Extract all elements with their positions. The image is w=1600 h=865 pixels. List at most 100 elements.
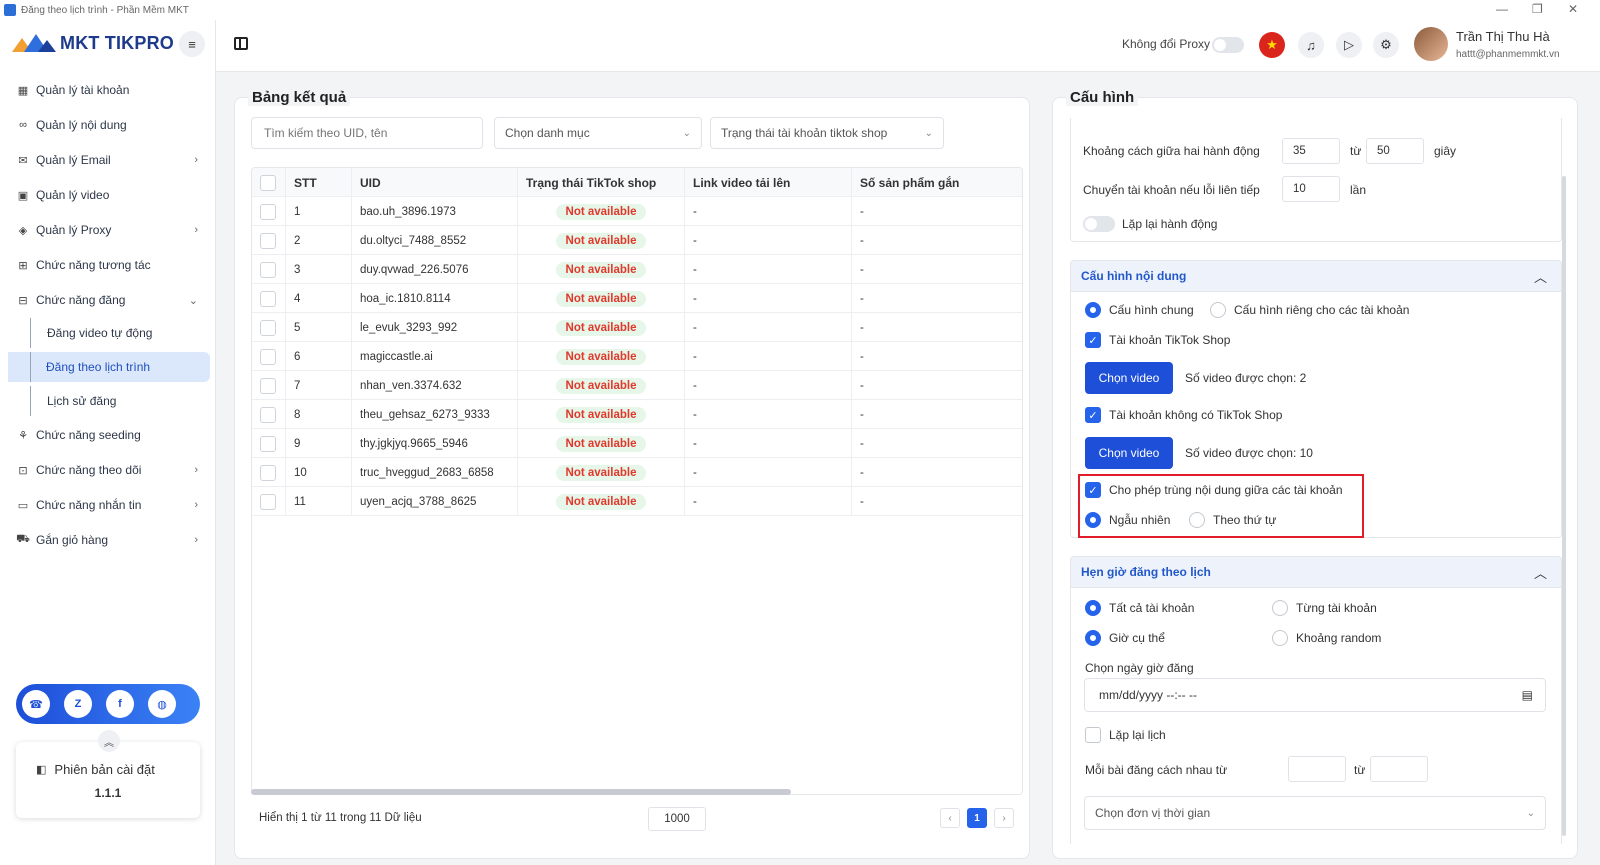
sidebar-item-accounts[interactable]: ▦ Quản lý tài khoản — [8, 75, 210, 105]
radio-common-config[interactable] — [1085, 302, 1101, 318]
select-all-checkbox[interactable] — [260, 174, 276, 191]
page-size-input[interactable]: 1000 — [648, 807, 706, 831]
datetime-input[interactable]: mm/dd/yyyy --:-- -- ▤ — [1084, 678, 1546, 712]
radio-private-config[interactable] — [1210, 302, 1226, 318]
choose-video-no-shop-button[interactable]: Chọn video — [1085, 437, 1173, 469]
row-checkbox[interactable] — [260, 319, 276, 336]
layout-toggle-icon[interactable] — [234, 37, 248, 50]
radio-random-range[interactable] — [1272, 630, 1288, 646]
table-row[interactable]: 3 duy.qvwad_226.5076 Not available - - — [252, 255, 1022, 284]
row-checkbox[interactable] — [260, 377, 276, 394]
row-checkbox[interactable] — [260, 464, 276, 481]
row-checkbox[interactable] — [260, 435, 276, 452]
row-checkbox[interactable] — [260, 261, 276, 278]
cell-video-link: - — [685, 458, 852, 487]
gear-icon[interactable]: ⚙ — [1373, 32, 1399, 58]
next-page-button[interactable]: › — [994, 808, 1014, 828]
avatar[interactable] — [1414, 27, 1448, 61]
close-icon[interactable]: ✕ — [1568, 2, 1578, 16]
repeat-schedule-checkbox[interactable] — [1085, 727, 1101, 743]
sidebar-item-email[interactable]: ✉ Quản lý Email › — [8, 145, 210, 175]
row-checkbox[interactable] — [260, 406, 276, 423]
radio-all-accounts[interactable] — [1085, 600, 1101, 616]
page-button-current[interactable]: 1 — [967, 808, 987, 828]
search-input[interactable] — [251, 117, 483, 149]
zalo-icon[interactable]: Z — [64, 690, 92, 718]
column-header-video-link[interactable]: Link video tải lên — [685, 168, 852, 197]
cell-video-link-text: - — [693, 466, 697, 479]
language-flag-icon[interactable]: ★ — [1259, 32, 1285, 58]
sidebar-item-messaging[interactable]: ▭ Chức năng nhắn tin › — [8, 490, 210, 520]
row-checkbox[interactable] — [260, 290, 276, 307]
schedule-config-header[interactable]: Hẹn giờ đăng theo lịch ︿ — [1070, 556, 1562, 588]
sidebar-subitem-auto-post[interactable]: Đăng video tự động — [30, 318, 210, 348]
no-shop-checkbox[interactable]: ✓ — [1085, 407, 1101, 423]
globe-icon[interactable]: ◍ — [148, 690, 176, 718]
row-checkbox[interactable] — [260, 203, 276, 220]
play-icon[interactable]: ▷ — [1336, 32, 1362, 58]
cell-product-count-text: - — [860, 408, 864, 421]
menu-toggle-button[interactable]: ≡ — [179, 31, 205, 57]
sidebar-item-content[interactable]: ∞ Quản lý nội dung — [8, 110, 210, 140]
sidebar-item-follow[interactable]: ⊡ Chức năng theo dõi › — [8, 455, 210, 485]
table-row[interactable]: 6 magiccastle.ai Not available - - — [252, 342, 1022, 371]
status-badge: Not available — [555, 464, 647, 481]
action-gap-to-input[interactable]: 50 — [1366, 138, 1424, 164]
row-checkbox[interactable] — [260, 232, 276, 249]
restore-icon[interactable]: ❐ — [1532, 2, 1543, 16]
table-row[interactable]: 9 thy.jgkjyq.9665_5946 Not available - - — [252, 429, 1022, 458]
column-header-product-count[interactable]: Số sản phẩm gắn — [852, 168, 1022, 197]
switch-account-input[interactable]: 10 — [1282, 176, 1340, 202]
table-row[interactable]: 7 nhan_ven.3374.632 Not available - - — [252, 371, 1022, 400]
sidebar-item-video[interactable]: ▣ Quản lý video — [8, 180, 210, 210]
column-header-uid[interactable]: UID — [352, 168, 518, 197]
layers-icon: ◈ — [18, 224, 28, 237]
radio-specific-time[interactable] — [1085, 630, 1101, 646]
post-gap-from-input[interactable] — [1288, 756, 1346, 782]
row-checkbox[interactable] — [260, 493, 276, 510]
sidebar-subitem-schedule-post[interactable]: Đăng theo lịch trình — [8, 352, 210, 382]
prev-page-button[interactable]: ‹ — [940, 808, 960, 828]
table-row[interactable]: 11 uyen_acjq_3788_8625 Not available - - — [252, 487, 1022, 516]
post-gap-to-input[interactable] — [1370, 756, 1428, 782]
facebook-icon[interactable]: f — [106, 690, 134, 718]
repeat-action-toggle[interactable] — [1083, 216, 1115, 232]
cell-uid-text: magiccastle.ai — [360, 350, 433, 363]
radio-each-account[interactable] — [1272, 600, 1288, 616]
sidebar-item-seeding[interactable]: ⚘ Chức năng seeding — [8, 420, 210, 450]
table-row[interactable]: 8 theu_gehsaz_6273_9333 Not available - - — [252, 400, 1022, 429]
cell-video-link-text: - — [693, 205, 697, 218]
minimize-icon[interactable]: — — [1496, 2, 1508, 16]
sidebar-item-cart[interactable]: ⛟ Gắn giỏ hàng › — [8, 525, 210, 555]
choose-video-shop-button[interactable]: Chọn video — [1085, 362, 1173, 394]
bell-icon[interactable]: ♫ — [1298, 32, 1324, 58]
column-header-stt[interactable]: STT — [286, 168, 352, 197]
proxy-toggle[interactable] — [1212, 37, 1244, 53]
table-row[interactable]: 1 bao.uh_3896.1973 Not available - - — [252, 197, 1022, 226]
sidebar-item-label: Quản lý video — [36, 188, 110, 202]
brand-logo[interactable]: MKT TIKPRO — [12, 32, 174, 54]
horizontal-scrollbar[interactable] — [251, 789, 791, 795]
table-row[interactable]: 10 truc_hveggud_2683_6858 Not available - - — [252, 458, 1022, 487]
category-select[interactable]: Chọn danh mục ⌄ — [494, 117, 702, 149]
sidebar-item-proxy[interactable]: ◈ Quản lý Proxy › — [8, 215, 210, 245]
table-row[interactable]: 2 du.oltyci_7488_8552 Not available - - — [252, 226, 1022, 255]
action-gap-from-input[interactable]: 35 — [1282, 138, 1340, 164]
row-checkbox[interactable] — [260, 348, 276, 365]
support-icon[interactable]: ☎ — [22, 690, 50, 718]
tiktok-shop-checkbox[interactable]: ✓ — [1085, 332, 1101, 348]
cell-product-count-text: - — [860, 437, 864, 450]
table-row[interactable]: 5 le_evuk_3293_992 Not available - - — [252, 313, 1022, 342]
sidebar-item-interaction[interactable]: ⊞ Chức năng tương tác — [8, 250, 210, 280]
time-unit-select[interactable]: Chọn đơn vị thời gian ⌄ — [1084, 796, 1546, 830]
collapse-up-button[interactable]: ︽ — [98, 730, 120, 752]
row-select-cell — [252, 487, 286, 516]
sidebar-item-posting[interactable]: ⊟ Chức năng đăng ⌄ — [8, 285, 210, 315]
content-config-header[interactable]: Cấu hình nội dung ︿ — [1070, 260, 1562, 292]
calendar-icon[interactable]: ▤ — [1522, 688, 1533, 702]
shop-status-select[interactable]: Trạng thái tài khoản tiktok shop ⌄ — [710, 117, 944, 149]
config-vertical-scrollbar[interactable] — [1562, 176, 1566, 836]
column-header-shop-status[interactable]: Trạng thái TikTok shop — [518, 168, 685, 197]
table-row[interactable]: 4 hoa_ic.1810.8114 Not available - - — [252, 284, 1022, 313]
sidebar-subitem-post-history[interactable]: Lịch sử đăng — [30, 386, 210, 416]
